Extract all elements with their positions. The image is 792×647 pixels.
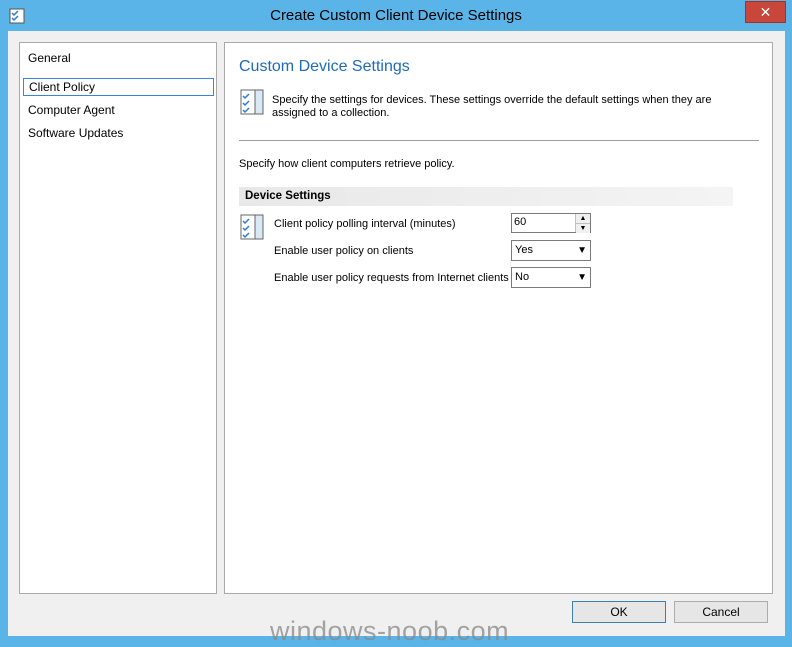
internet-policy-dropdown[interactable]: No ▼: [511, 267, 591, 288]
title-bar: Create Custom Client Device Settings ✕: [0, 0, 792, 32]
separator: [239, 140, 759, 141]
settings-pane: Custom Device Settings Specify the setti…: [224, 42, 773, 594]
user-policy-dropdown[interactable]: Yes ▼: [511, 240, 591, 261]
polling-interval-value[interactable]: 60: [514, 216, 526, 228]
internet-policy-value: No: [515, 271, 530, 283]
page-description: Specify the settings for devices. These …: [272, 94, 712, 119]
cancel-button[interactable]: Cancel: [674, 601, 768, 623]
nav-item-software-updates[interactable]: Software Updates: [23, 124, 212, 142]
polling-interval-label: Client policy polling interval (minutes): [274, 218, 456, 230]
spin-up-icon[interactable]: ▲: [576, 214, 590, 224]
chevron-down-icon[interactable]: ▼: [577, 272, 587, 283]
settings-checklist-icon: [240, 89, 264, 115]
chevron-down-icon[interactable]: ▼: [577, 245, 587, 256]
user-policy-value: Yes: [515, 244, 533, 256]
page-title: Custom Device Settings: [239, 58, 410, 75]
nav-item-general[interactable]: General: [23, 49, 212, 67]
dialog-body: General Client Policy Computer Agent Sof…: [8, 31, 785, 636]
spin-down-icon[interactable]: ▼: [576, 224, 590, 233]
ok-button[interactable]: OK: [572, 601, 666, 623]
device-settings-group-header: Device Settings: [239, 187, 733, 206]
navigation-pane: General Client Policy Computer Agent Sof…: [19, 42, 217, 594]
instruction-text: Specify how client computers retrieve po…: [239, 158, 455, 170]
setting-checklist-icon: [240, 214, 264, 240]
group-title: Device Settings: [245, 190, 331, 202]
watermark-text: windows-noob.com: [270, 616, 510, 646]
window-title: Create Custom Client Device Settings: [270, 7, 522, 24]
nav-item-computer-agent[interactable]: Computer Agent: [23, 101, 212, 119]
internet-policy-label: Enable user policy requests from Interne…: [274, 272, 509, 284]
nav-item-client-policy[interactable]: Client Policy: [23, 78, 214, 96]
polling-interval-spinner[interactable]: 60 ▲ ▼: [511, 213, 591, 233]
close-button[interactable]: ✕: [745, 1, 786, 23]
spinner-buttons: ▲ ▼: [575, 214, 590, 233]
user-policy-label: Enable user policy on clients: [274, 245, 414, 257]
